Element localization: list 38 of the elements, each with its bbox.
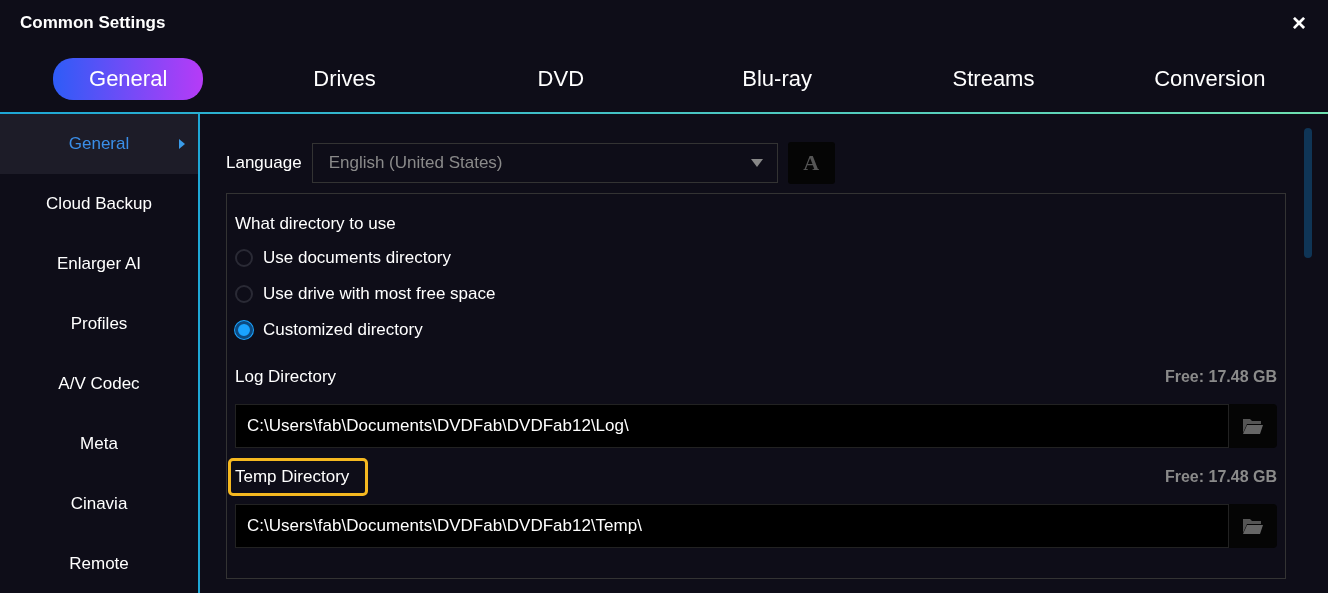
window-title: Common Settings: [20, 12, 166, 33]
radio-button[interactable]: [235, 285, 253, 303]
path-field[interactable]: C:\Users\fab\Documents\DVDFab\DVDFab12\Temp\: [235, 504, 1229, 548]
sidebar-item[interactable]: Meta: [0, 414, 198, 474]
tab[interactable]: General: [53, 57, 204, 100]
sidebar-item[interactable]: Cloud Backup: [0, 174, 198, 234]
sidebar-item[interactable]: A/V Codec: [0, 354, 198, 414]
radio-button[interactable]: [235, 249, 253, 267]
language-label: Language: [226, 153, 302, 173]
sidebar-item[interactable]: General: [0, 114, 198, 174]
folder-icon: [1242, 417, 1264, 435]
close-button[interactable]: ×: [1290, 10, 1308, 35]
sidebar-item[interactable]: Cinavia: [0, 474, 198, 534]
tab[interactable]: Streams: [916, 57, 1071, 100]
sidebar-item[interactable]: Enlarger AI: [0, 234, 198, 294]
folder-icon: [1242, 517, 1264, 535]
path-field[interactable]: C:\Users\fab\Documents\DVDFab\DVDFab12\Log\: [235, 404, 1229, 448]
free-space-text: Free: 17.48 GB: [1164, 368, 1277, 386]
tab[interactable]: Drives: [277, 57, 412, 100]
radio-button[interactable]: [235, 321, 253, 339]
caret-icon: [179, 139, 185, 149]
radio-option[interactable]: Customized directory: [235, 312, 1277, 348]
radio-option[interactable]: Use documents directory: [235, 240, 1277, 276]
free-space-text: Free: 17.48 GB: [1164, 468, 1277, 486]
tab[interactable]: Conversion: [1118, 57, 1302, 100]
language-dropdown[interactable]: English (United States): [311, 143, 778, 183]
directory-label: Log Directory: [234, 366, 338, 388]
browse-button[interactable]: [1229, 504, 1277, 548]
sidebar-item[interactable]: Remote: [0, 534, 198, 593]
dropdown-arrow-icon: [750, 159, 763, 167]
tab[interactable]: Blu-ray: [706, 57, 848, 100]
group-heading: What directory to use: [235, 214, 397, 235]
radio-option[interactable]: Use drive with most free space: [235, 276, 1277, 312]
sidebar-item[interactable]: Profiles: [0, 294, 198, 354]
scrollbar-thumb[interactable]: [1304, 128, 1312, 258]
browse-button[interactable]: [1229, 404, 1277, 448]
tab[interactable]: DVD: [501, 57, 621, 100]
directory-label: Temp Directory: [228, 458, 369, 496]
